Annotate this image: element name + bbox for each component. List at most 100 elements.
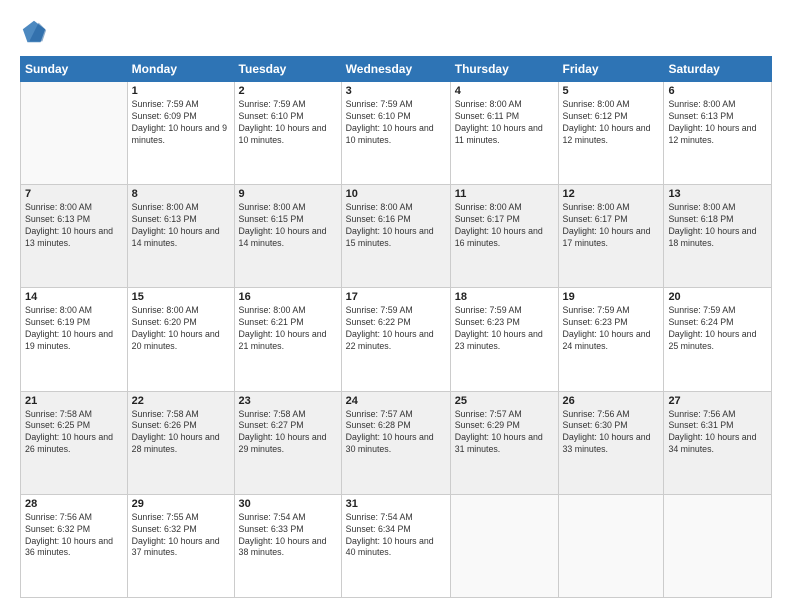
- day-number: 19: [563, 291, 660, 303]
- weekday-header-thursday: Thursday: [450, 57, 558, 82]
- day-number: 17: [346, 291, 446, 303]
- calendar-cell: 15 Sunrise: 8:00 AMSunset: 6:20 PMDayligh…: [127, 288, 234, 391]
- weekday-header-sunday: Sunday: [21, 57, 128, 82]
- day-info: Sunrise: 7:56 AMSunset: 6:32 PMDaylight:…: [25, 512, 123, 560]
- calendar-cell: 12 Sunrise: 8:00 AMSunset: 6:17 PMDayligh…: [558, 185, 664, 288]
- day-info: Sunrise: 8:00 AMSunset: 6:18 PMDaylight:…: [668, 202, 767, 250]
- day-info: Sunrise: 8:00 AMSunset: 6:19 PMDaylight:…: [25, 305, 123, 353]
- day-info: Sunrise: 8:00 AMSunset: 6:16 PMDaylight:…: [346, 202, 446, 250]
- day-number: 8: [132, 188, 230, 200]
- logo-icon: [20, 18, 48, 46]
- day-number: 22: [132, 395, 230, 407]
- day-info: Sunrise: 7:59 AMSunset: 6:23 PMDaylight:…: [455, 305, 554, 353]
- day-info: Sunrise: 8:00 AMSunset: 6:13 PMDaylight:…: [25, 202, 123, 250]
- calendar-cell: 27Sunrise: 7:56 AMSunset: 6:31 PMDayligh…: [664, 391, 772, 494]
- day-number: 31: [346, 498, 446, 510]
- weekday-header-friday: Friday: [558, 57, 664, 82]
- calendar-cell: 24Sunrise: 7:57 AMSunset: 6:28 PMDayligh…: [341, 391, 450, 494]
- day-info: Sunrise: 7:54 AMSunset: 6:34 PMDaylight:…: [346, 512, 446, 560]
- day-info: Sunrise: 8:00 AMSunset: 6:11 PMDaylight:…: [455, 99, 554, 147]
- day-info: Sunrise: 8:00 AMSunset: 6:15 PMDaylight:…: [239, 202, 337, 250]
- day-info: Sunrise: 8:00 AMSunset: 6:21 PMDaylight:…: [239, 305, 337, 353]
- weekday-header-saturday: Saturday: [664, 57, 772, 82]
- calendar-cell: 9Sunrise: 8:00 AMSunset: 6:15 PMDaylight…: [234, 185, 341, 288]
- day-info: Sunrise: 7:59 AMSunset: 6:10 PMDaylight:…: [346, 99, 446, 147]
- calendar-cell: 30 Sunrise: 7:54 AMSunset: 6:33 PMDayligh…: [234, 494, 341, 597]
- calendar-cell: 29Sunrise: 7:55 AMSunset: 6:32 PMDayligh…: [127, 494, 234, 597]
- day-number: 20: [668, 291, 767, 303]
- weekday-header-wednesday: Wednesday: [341, 57, 450, 82]
- calendar-cell: 8Sunrise: 8:00 AMSunset: 6:13 PMDaylight…: [127, 185, 234, 288]
- day-info: Sunrise: 7:58 AMSunset: 6:25 PMDaylight:…: [25, 409, 123, 457]
- day-number: 15: [132, 291, 230, 303]
- logo: [20, 18, 52, 46]
- day-info: Sunrise: 7:54 AMSunset: 6:33 PMDaylight:…: [239, 512, 337, 560]
- calendar-cell: 18 Sunrise: 7:59 AMSunset: 6:23 PMDayligh…: [450, 288, 558, 391]
- calendar-cell: 2 Sunrise: 7:59 AMSunset: 6:10 PMDaylight…: [234, 82, 341, 185]
- calendar-cell: 19 Sunrise: 7:59 AMSunset: 6:23 PMDayligh…: [558, 288, 664, 391]
- calendar-cell: [664, 494, 772, 597]
- week-row-4: 21 Sunrise: 7:58 AMSunset: 6:25 PMDayligh…: [21, 391, 772, 494]
- day-number: 11: [455, 188, 554, 200]
- day-number: 2: [239, 85, 337, 97]
- calendar-cell: 21 Sunrise: 7:58 AMSunset: 6:25 PMDayligh…: [21, 391, 128, 494]
- calendar-cell: 25 Sunrise: 7:57 AMSunset: 6:29 PMDayligh…: [450, 391, 558, 494]
- day-info: Sunrise: 8:00 AMSunset: 6:17 PMDaylight:…: [563, 202, 660, 250]
- day-info: Sunrise: 7:59 AMSunset: 6:10 PMDaylight:…: [239, 99, 337, 147]
- calendar-cell: 23Sunrise: 7:58 AMSunset: 6:27 PMDayligh…: [234, 391, 341, 494]
- calendar-cell: 1 Sunrise: 7:59 AMSunset: 6:09 PMDaylight…: [127, 82, 234, 185]
- calendar-cell: 10 Sunrise: 8:00 AMSunset: 6:16 PMDayligh…: [341, 185, 450, 288]
- page: SundayMondayTuesdayWednesdayThursdayFrid…: [0, 0, 792, 612]
- day-number: 25: [455, 395, 554, 407]
- calendar-cell: 31 Sunrise: 7:54 AMSunset: 6:34 PMDayligh…: [341, 494, 450, 597]
- day-number: 4: [455, 85, 554, 97]
- day-info: Sunrise: 7:59 AMSunset: 6:09 PMDaylight:…: [132, 99, 230, 147]
- calendar-cell: [450, 494, 558, 597]
- day-info: Sunrise: 7:57 AMSunset: 6:29 PMDaylight:…: [455, 409, 554, 457]
- week-row-2: 7 Sunrise: 8:00 AMSunset: 6:13 PMDaylight…: [21, 185, 772, 288]
- calendar-cell: [21, 82, 128, 185]
- day-number: 6: [668, 85, 767, 97]
- day-info: Sunrise: 7:58 AMSunset: 6:26 PMDaylight:…: [132, 409, 230, 457]
- day-number: 7: [25, 188, 123, 200]
- day-number: 30: [239, 498, 337, 510]
- day-number: 14: [25, 291, 123, 303]
- weekday-header-monday: Monday: [127, 57, 234, 82]
- day-info: Sunrise: 7:59 AMSunset: 6:22 PMDaylight:…: [346, 305, 446, 353]
- calendar-cell: 22 Sunrise: 7:58 AMSunset: 6:26 PMDayligh…: [127, 391, 234, 494]
- day-number: 16: [239, 291, 337, 303]
- day-info: Sunrise: 8:00 AMSunset: 6:20 PMDaylight:…: [132, 305, 230, 353]
- week-row-1: 1 Sunrise: 7:59 AMSunset: 6:09 PMDaylight…: [21, 82, 772, 185]
- calendar-cell: 16 Sunrise: 8:00 AMSunset: 6:21 PMDayligh…: [234, 288, 341, 391]
- calendar-cell: 6 Sunrise: 8:00 AMSunset: 6:13 PMDaylight…: [664, 82, 772, 185]
- day-info: Sunrise: 8:00 AMSunset: 6:13 PMDaylight:…: [668, 99, 767, 147]
- week-row-5: 28Sunrise: 7:56 AMSunset: 6:32 PMDayligh…: [21, 494, 772, 597]
- day-info: Sunrise: 8:00 AMSunset: 6:12 PMDaylight:…: [563, 99, 660, 147]
- day-number: 27: [668, 395, 767, 407]
- day-info: Sunrise: 7:59 AMSunset: 6:23 PMDaylight:…: [563, 305, 660, 353]
- calendar-cell: 5Sunrise: 8:00 AMSunset: 6:12 PMDaylight…: [558, 82, 664, 185]
- day-number: 18: [455, 291, 554, 303]
- calendar-cell: 14 Sunrise: 8:00 AMSunset: 6:19 PMDayligh…: [21, 288, 128, 391]
- calendar-cell: [558, 494, 664, 597]
- calendar-table: SundayMondayTuesdayWednesdayThursdayFrid…: [20, 56, 772, 598]
- day-number: 12: [563, 188, 660, 200]
- header: [20, 18, 772, 46]
- calendar-cell: 4 Sunrise: 8:00 AMSunset: 6:11 PMDaylight…: [450, 82, 558, 185]
- calendar-cell: 7 Sunrise: 8:00 AMSunset: 6:13 PMDaylight…: [21, 185, 128, 288]
- day-number: 10: [346, 188, 446, 200]
- week-row-3: 14 Sunrise: 8:00 AMSunset: 6:19 PMDayligh…: [21, 288, 772, 391]
- calendar-cell: 3Sunrise: 7:59 AMSunset: 6:10 PMDaylight…: [341, 82, 450, 185]
- day-info: Sunrise: 7:58 AMSunset: 6:27 PMDaylight:…: [239, 409, 337, 457]
- calendar-cell: 17 Sunrise: 7:59 AMSunset: 6:22 PMDayligh…: [341, 288, 450, 391]
- day-info: Sunrise: 7:56 AMSunset: 6:30 PMDaylight:…: [563, 409, 660, 457]
- day-number: 29: [132, 498, 230, 510]
- weekday-header-row: SundayMondayTuesdayWednesdayThursdayFrid…: [21, 57, 772, 82]
- calendar-cell: 26 Sunrise: 7:56 AMSunset: 6:30 PMDayligh…: [558, 391, 664, 494]
- calendar-cell: 11Sunrise: 8:00 AMSunset: 6:17 PMDayligh…: [450, 185, 558, 288]
- calendar-cell: 20Sunrise: 7:59 AMSunset: 6:24 PMDayligh…: [664, 288, 772, 391]
- day-number: 21: [25, 395, 123, 407]
- day-number: 1: [132, 85, 230, 97]
- calendar-cell: 28Sunrise: 7:56 AMSunset: 6:32 PMDayligh…: [21, 494, 128, 597]
- day-number: 26: [563, 395, 660, 407]
